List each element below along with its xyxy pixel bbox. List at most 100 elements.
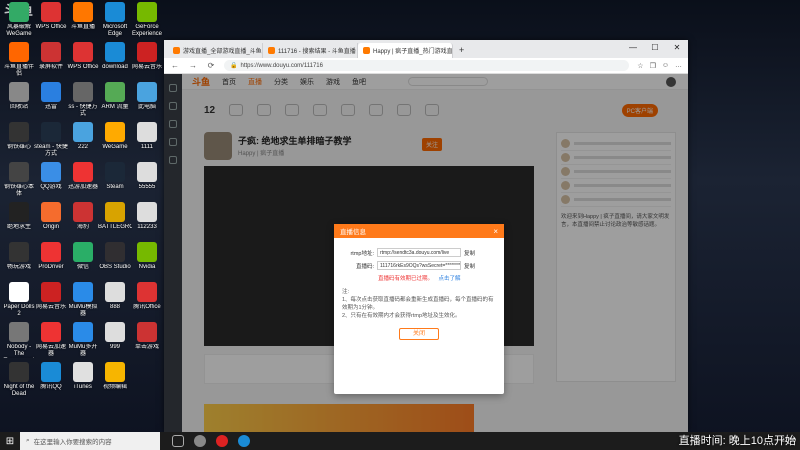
desktop-icon-label: 视频编辑 (102, 384, 127, 390)
desktop-icon[interactable]: 腾讯Office (130, 282, 164, 311)
stream-key-field[interactable]: 111716rkEs9OQs?wsSecret=************** (377, 261, 461, 270)
desktop-icon-label: 风暴破解WeGame (6, 24, 32, 37)
desktop-icon[interactable]: ProDriver (34, 242, 68, 271)
desktop-icon[interactable]: iTunes (66, 362, 100, 391)
desktop-icon[interactable]: 钢铁雄心 (2, 122, 36, 151)
desktop-icon[interactable]: BATTLEGROUNDS (98, 202, 132, 231)
copy-key-button[interactable]: 复制 (464, 262, 475, 270)
desktop-icon[interactable]: 钢铁雄心本体 (2, 162, 36, 198)
copy-rtmp-button[interactable]: 复制 (464, 249, 475, 257)
desktop-icon[interactable]: Nvidia (130, 242, 164, 271)
desktop-icon[interactable]: 112233 (130, 202, 164, 231)
app-icon (41, 82, 61, 102)
expiry-warning: 直播码有效期已过期。 点击了解 (378, 274, 496, 282)
minimize-button[interactable]: — (622, 40, 644, 58)
desktop-icon[interactable]: GeForce Experience (130, 2, 164, 38)
desktop-icon[interactable]: 迅游加速器 (66, 162, 100, 191)
desktop-icon[interactable]: 海豹 (66, 202, 100, 231)
desktop-icon[interactable]: 单击游戏 (130, 322, 164, 351)
netease-music-icon[interactable] (216, 435, 228, 447)
desktop-icon[interactable]: 斗鱼直播 (66, 2, 100, 31)
desktop-icon[interactable]: 此电脑 (130, 82, 164, 111)
desktop-icon[interactable]: 斗鱼直播伴侣 (2, 42, 36, 78)
desktop-icon-label: 回收站 (9, 104, 28, 110)
app-icon (105, 202, 125, 222)
app-icon (41, 2, 61, 22)
close-window-button[interactable]: ✕ (666, 40, 688, 58)
desktop-icon[interactable]: 1111 (130, 122, 164, 151)
desktop-icon[interactable]: 网易云音乐 (34, 282, 68, 311)
profile-icon[interactable]: ☺ (662, 62, 669, 70)
desktop-icon[interactable]: 绝地求生 (2, 202, 36, 231)
edge-icon[interactable] (238, 435, 250, 447)
back-button[interactable]: ← (170, 61, 180, 70)
desktop-icon[interactable]: 回收站 (2, 82, 36, 111)
close-icon[interactable]: × (493, 227, 498, 236)
new-tab-button[interactable]: + (453, 43, 470, 58)
desktop-icon[interactable]: 55555 (130, 162, 164, 191)
desktop-icon[interactable]: 风暴破解WeGame (2, 2, 36, 38)
desktop-icon[interactable]: 迅雷 (34, 82, 68, 111)
desktop-icon[interactable]: 视频编辑 (98, 362, 132, 391)
forward-button[interactable]: → (188, 61, 198, 70)
desktop-icon[interactable]: WPS Office (34, 2, 68, 31)
desktop-icon[interactable]: ARM 流量 (98, 82, 132, 111)
desktop-icon-label: 112233 (137, 224, 157, 230)
browser-toolbar: ☆ ❒ ☺ … (637, 62, 682, 70)
desktop-icon[interactable]: Paper Dolls 2 (2, 282, 36, 318)
obs-icon[interactable] (194, 435, 206, 447)
desktop-icon[interactable]: 录屏软件 (34, 42, 68, 71)
browser-tab-2[interactable]: 111716 - 搜索结果 - 斗鱼直播✕ (263, 43, 358, 58)
desktop-icon[interactable]: ss - 快捷方式 (66, 82, 100, 118)
desktop-icon[interactable]: QQ游戏 (34, 162, 68, 191)
tab-label: Happy | 疯子直播_热门游戏直播 (373, 49, 453, 55)
windows-start-icon[interactable]: ⊞ (0, 436, 20, 447)
desktop-icon[interactable]: Origin (34, 202, 68, 231)
browser-tab-3[interactable]: Happy | 疯子直播_热门游戏直播✕ (358, 43, 453, 58)
reload-button[interactable]: ⟳ (206, 61, 216, 70)
desktop-icon[interactable]: MuMu多开器 (66, 322, 100, 358)
desktop-icon[interactable]: WeGame (98, 122, 132, 151)
tab-favicon (173, 47, 180, 54)
maximize-button[interactable]: ☐ (644, 40, 666, 58)
rtmp-row: rtmp地址: rtmp://sendtc3a.douyu.com/live 复… (342, 248, 496, 257)
desktop-icon[interactable]: Nobody - The Turnaround (2, 322, 36, 358)
desktop-icon[interactable]: Steam (98, 162, 132, 191)
collections-icon[interactable]: ❒ (650, 62, 656, 70)
task-view-icon[interactable] (172, 435, 184, 447)
app-icon (41, 42, 61, 62)
app-icon (137, 122, 157, 142)
window-controls: — ☐ ✕ (622, 40, 688, 58)
app-icon (73, 202, 93, 222)
desktop-icon[interactable]: Night of the Dead (2, 362, 36, 398)
desktop-icon-label: 录屏软件 (38, 64, 63, 70)
desktop-icon[interactable]: Microsoft Edge (98, 2, 132, 38)
desktop-icon[interactable]: 畅玩游戏 (2, 242, 36, 271)
url-field[interactable]: 🔒 https://www.douyu.com/111716 (224, 60, 630, 71)
more-icon[interactable]: … (675, 62, 682, 70)
desktop-icon[interactable]: download (98, 42, 132, 71)
desktop-icon-label: 畅玩游戏 (6, 264, 31, 270)
desktop-icon[interactable]: 222 (66, 122, 100, 151)
desktop-icon[interactable]: 网易云音乐 (130, 42, 164, 71)
desktop-icon-label: 斗鱼直播 (70, 24, 95, 30)
desktop-icon[interactable]: steam - 快捷方式 (34, 122, 68, 158)
desktop-icon[interactable]: MuMu模拟器 (66, 282, 100, 318)
desktop-icon[interactable]: 888 (98, 282, 132, 311)
learn-more-link[interactable]: 点击了解 (439, 276, 461, 282)
desktop-icon[interactable]: WPS Office (66, 42, 100, 71)
desktop-icon[interactable]: 腾讯QQ (34, 362, 68, 391)
rtmp-field[interactable]: rtmp://sendtc3a.douyu.com/live (377, 248, 461, 257)
browser-tab-1[interactable]: 游戏直播_全部游戏直播_斗鱼直播✕ (168, 43, 263, 58)
close-dialog-button[interactable]: 关闭 (399, 328, 439, 340)
star-icon[interactable]: ☆ (637, 62, 643, 70)
desktop-icon[interactable]: 微信 (66, 242, 100, 271)
desktop-icon-label: Nobody - The Turnaround (6, 344, 32, 357)
desktop-icon[interactable]: 999 (98, 322, 132, 351)
taskbar-search[interactable]: ⌕ 在这里输入你要搜索的内容 (20, 432, 160, 450)
app-icon (137, 242, 157, 262)
desktop-icon-label: 888 (109, 304, 120, 310)
app-icon (73, 82, 93, 102)
desktop-icon[interactable]: 网易云加速器 (34, 322, 68, 358)
desktop-icon[interactable]: OBS Studio (98, 242, 132, 271)
